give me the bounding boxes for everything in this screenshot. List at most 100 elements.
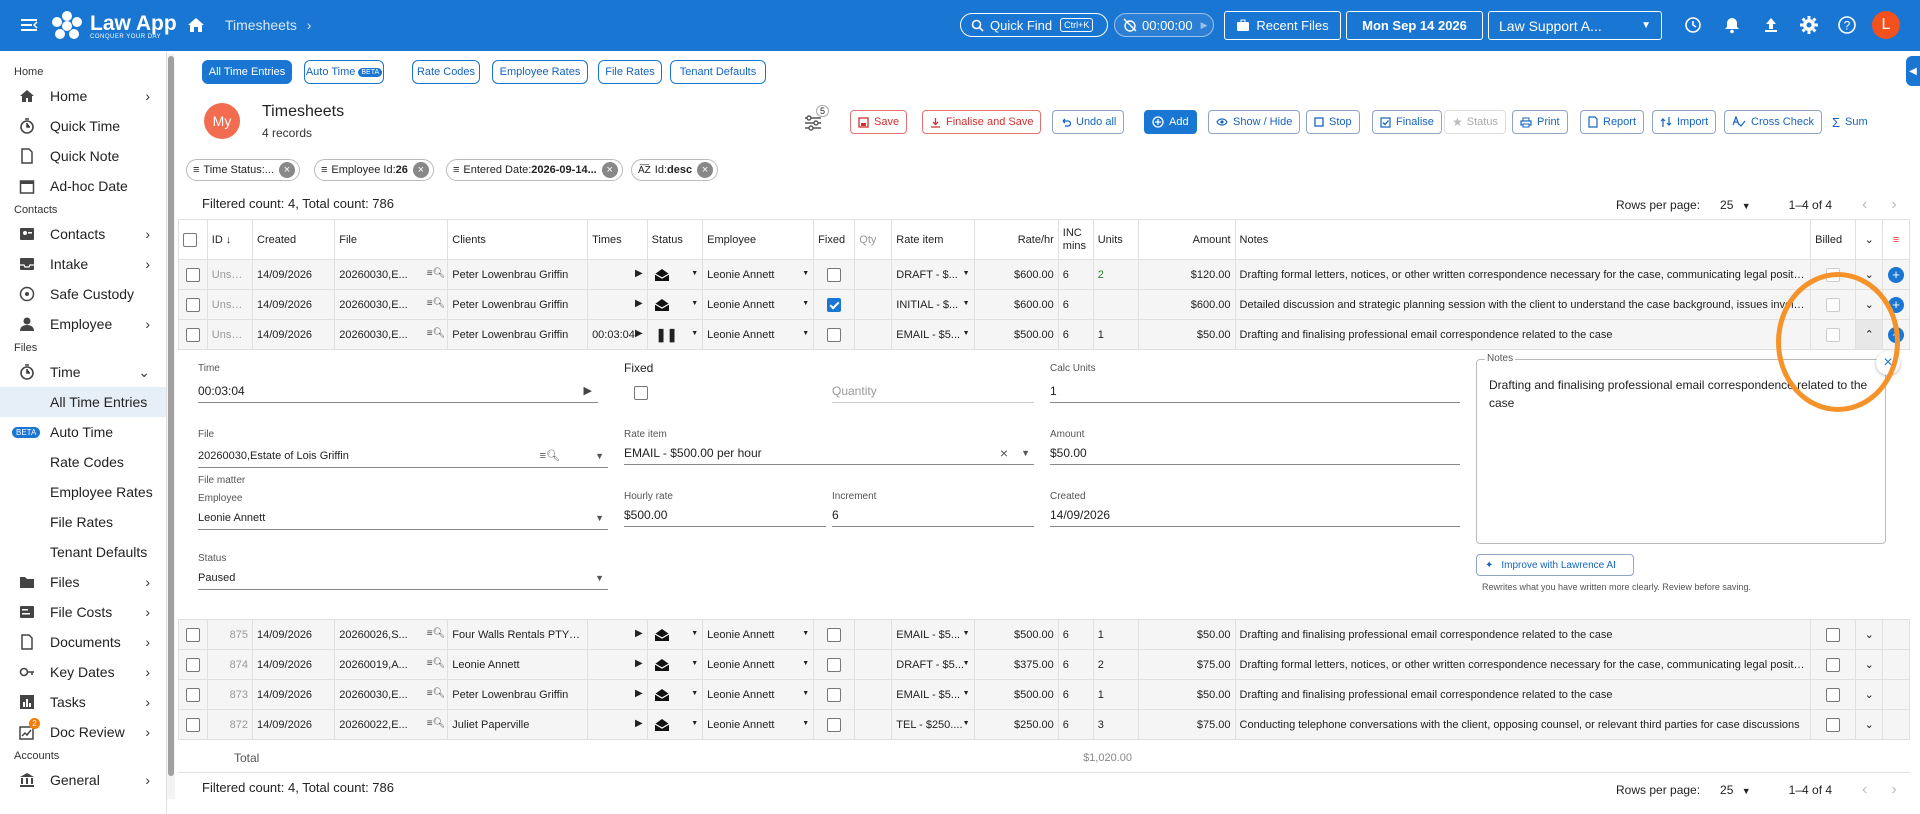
sidebar-item-documents[interactable]: Documents › [0,627,166,657]
chevron-right-icon[interactable]: › [1891,196,1896,214]
expand-row-icon[interactable]: ⌄ [1855,619,1884,650]
billed-checkbox[interactable] [1810,319,1857,350]
add-row-icon[interactable]: + [1882,289,1910,320]
column-times[interactable]: Times [587,219,648,260]
sum-button[interactable]: Σ Sum [1824,110,1876,134]
file-search-icon[interactable]: ≡🔍︎ [427,268,446,279]
select-all-checkbox[interactable] [178,219,208,260]
file-cell[interactable]: 20260022,E... ≡🔍︎ [334,709,449,740]
status-cell[interactable]: ▼ [646,679,704,710]
home-icon[interactable] [186,15,206,38]
caret-down-icon[interactable]: ▼ [802,270,809,277]
rate-item-cell[interactable]: INITIAL - $... ▼ [891,289,975,320]
avatar[interactable]: L [1872,11,1900,39]
expand-row-icon[interactable]: ⌄ [1855,679,1884,710]
caret-down-icon[interactable]: ▼ [691,660,698,667]
caret-down-icon[interactable]: ▼ [691,330,698,337]
column-file[interactable]: File [334,219,449,260]
filter-chip-id-sort[interactable]: A͞Z Id: desc × [631,159,719,181]
calc-units-field[interactable]: 1 [1050,381,1460,403]
column-notes[interactable]: Notes [1234,219,1812,260]
filter-chip-time-status[interactable]: ≡ Time Status:... × [186,159,300,181]
status-cell[interactable]: ▼ [646,649,704,680]
caret-down-icon[interactable]: ▼ [963,330,970,337]
column-fixed[interactable]: Fixed [813,219,856,260]
notes-cell[interactable]: Drafting and finalising professional ema… [1234,679,1812,710]
recent-files-button[interactable]: Recent Files [1224,11,1341,40]
column-rate[interactable]: Rate/hr [973,219,1059,260]
time-field[interactable]: 00:03:04 ▶ [198,381,598,403]
sidebar-item-home[interactable]: Home › [0,81,166,111]
file-cell[interactable]: 20260026,S... ≡🔍︎ [334,619,449,650]
times-cell[interactable]: 00:03:04 ▶ [587,319,648,350]
status-cell[interactable]: ▼ [646,619,704,650]
tenant-select[interactable]: Law Support A... ▼ [1488,11,1662,40]
save-button[interactable]: Save [850,110,908,134]
rate-item-cell[interactable]: DRAFT - $... ▼ [891,259,975,290]
chevron-left-icon[interactable]: ‹ [1862,781,1867,799]
billed-checkbox[interactable] [1810,619,1857,650]
notes-cell[interactable]: Detailed discussion and strategic planni… [1234,289,1812,320]
column-id[interactable]: ID ↓ [206,219,254,260]
fixed-checkbox[interactable] [813,649,856,680]
caret-down-icon[interactable]: ▼ [802,330,809,337]
billed-checkbox[interactable] [1810,649,1857,680]
clear-icon[interactable]: × [1000,443,1008,463]
breadcrumb-timesheets[interactable]: Timesheets [225,17,297,33]
employee-cell[interactable]: Leonie Annett ▼ [702,649,815,680]
sidebar-item-adhoc-date[interactable]: Ad-hoc Date [0,171,166,201]
times-cell[interactable]: ▶ [587,289,648,320]
sidebar-item-employee[interactable]: Employee › [0,309,166,339]
caret-down-icon[interactable]: ▼ [595,446,604,466]
times-cell[interactable]: ▶ [587,259,648,290]
employee-cell[interactable]: Leonie Annett ▼ [702,289,815,320]
chevron-right-icon[interactable]: › [1891,781,1896,799]
hourly-rate-field[interactable]: $500.00 [624,505,826,527]
close-icon[interactable]: × [278,162,295,178]
sidebar-item-files[interactable]: Files › [0,567,166,597]
notes-cell[interactable]: Drafting and finalising professional ema… [1234,619,1812,650]
times-cell[interactable]: ▶ [587,619,648,650]
caret-down-icon[interactable]: ▼ [963,690,970,697]
import-button[interactable]: Import [1652,110,1717,134]
filter-chip-entered-date[interactable]: ≡ Entered Date: 2026-09-14... × [446,159,623,181]
add-button[interactable]: Add [1144,110,1197,134]
qty-cell[interactable] [854,649,893,680]
close-detail-icon[interactable]: × [1876,351,1900,375]
stop-button[interactable]: Stop [1306,110,1360,134]
sidebar-item-doc-review[interactable]: 2 Doc Review › [0,717,166,747]
status-cell[interactable]: ▼ [646,259,704,290]
app-logo[interactable]: Law App CONQUER YOUR DAY [50,9,177,43]
caret-down-icon[interactable]: ▼ [963,660,970,667]
sidebar-item-tenant-defaults[interactable]: Tenant Defaults [0,537,166,567]
play-icon[interactable]: ▶ [635,688,643,699]
file-search-icon[interactable]: ≡🔍︎ [427,688,446,699]
caret-down-icon[interactable]: ▼ [691,630,698,637]
status-cell[interactable]: ▼ [646,709,704,740]
play-icon[interactable]: ▶ [635,328,643,339]
caret-down-icon[interactable]: ▼ [963,270,970,277]
column-units[interactable]: Units [1092,219,1139,260]
history-icon[interactable] [1684,16,1702,37]
times-cell[interactable]: ▶ [587,649,648,680]
qty-cell[interactable] [854,679,893,710]
play-icon[interactable]: ▶ [1201,20,1208,31]
file-search-icon[interactable]: ≡🔍︎ [427,298,446,309]
qty-cell[interactable] [854,619,893,650]
gear-icon[interactable] [1799,15,1819,38]
file-cell[interactable]: 20260030,E... ≡🔍︎ [334,289,449,320]
expand-row-icon[interactable]: ⌄ [1855,709,1884,740]
play-icon[interactable]: ▶ [635,718,643,729]
status-field[interactable]: Paused ▼ [198,568,608,590]
rate-item-cell[interactable]: TEL - $250.... ▼ [891,709,975,740]
tab-rate-codes[interactable]: Rate Codes [412,60,480,84]
sidebar-item-rate-codes[interactable]: Rate Codes [0,447,166,477]
caret-down-icon[interactable]: ▼ [802,300,809,307]
collapse-row-icon[interactable]: ⌃ [1855,319,1884,350]
table-row[interactable]: 872 14/09/2026 20260022,E... ≡🔍︎ Juliet Pape… [178,709,1910,740]
report-button[interactable]: Report [1580,110,1645,134]
rate-item-cell[interactable]: DRAFT - $5... ▼ [891,649,975,680]
row-checkbox[interactable] [178,649,208,680]
file-field[interactable]: 20260030,Estate of Lois Griffin ≡🔍︎ ▼ [198,446,608,468]
tab-tenant-defaults[interactable]: Tenant Defaults [670,60,766,84]
